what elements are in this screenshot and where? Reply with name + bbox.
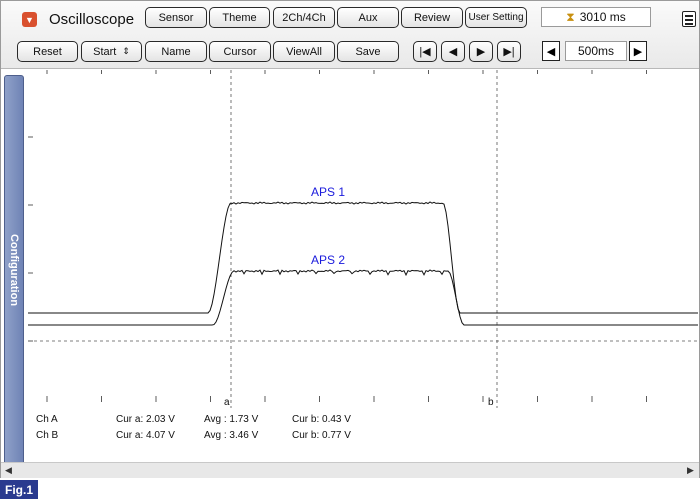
sensor-button[interactable]: Sensor: [145, 7, 207, 28]
start-label: Start: [93, 45, 117, 58]
updown-icon: ⇕: [122, 46, 130, 56]
timebase-field[interactable]: 500ms: [565, 41, 627, 61]
channel-mode-button[interactable]: 2Ch/4Ch: [273, 7, 335, 28]
first-frame-button[interactable]: |◀: [413, 41, 437, 62]
elapsed-time-value: 3010 ms: [579, 10, 626, 24]
cha-channel: Ch A: [36, 414, 58, 425]
elapsed-time-display: ⧗ 3010 ms: [541, 7, 651, 27]
aps1-trace: [28, 201, 698, 314]
scroll-right-icon[interactable]: ▶: [685, 465, 696, 476]
review-button[interactable]: Review: [401, 7, 463, 28]
viewall-button[interactable]: ViewAll: [273, 41, 335, 62]
cursor-a-label: a: [224, 397, 230, 408]
timebase-increase-button[interactable]: ▶: [629, 41, 647, 61]
figure-label: Fig.1: [0, 480, 38, 499]
cursor-b-label: b: [488, 397, 494, 408]
save-button[interactable]: Save: [337, 41, 399, 62]
aux-button[interactable]: Aux: [337, 7, 399, 28]
chb-channel: Ch B: [36, 430, 59, 441]
aps2-series-label: APS 2: [311, 253, 345, 267]
cursor-button[interactable]: Cursor: [209, 41, 271, 62]
last-frame-button[interactable]: ▶|: [497, 41, 521, 62]
horizontal-scrollbar[interactable]: ◀ ▶: [1, 462, 699, 478]
timer-icon: ⧗: [566, 9, 575, 24]
aps1-series-label: APS 1: [311, 185, 345, 199]
cha-cur-a: Cur a: 2.03 V: [116, 414, 175, 425]
toolbar: ▼ Oscilloscope Sensor Theme 2Ch/4Ch Aux …: [1, 1, 699, 69]
reset-button[interactable]: Reset: [17, 41, 78, 62]
chb-cur-a: Cur a: 4.07 V: [116, 430, 175, 441]
timebase-decrease-button[interactable]: ◀: [542, 41, 560, 61]
configuration-tab[interactable]: Configuration: [4, 75, 24, 465]
readout-panel: Ch A Cur a: 2.03 V Avg : 1.73 V Cur b: 0…: [36, 414, 351, 441]
oscilloscope-window: ▼ Oscilloscope Sensor Theme 2Ch/4Ch Aux …: [0, 0, 700, 478]
cha-cur-b: Cur b: 0.43 V: [292, 414, 351, 425]
cha-avg: Avg : 1.73 V: [204, 414, 259, 425]
name-button[interactable]: Name: [145, 41, 207, 62]
aps2-trace: [28, 269, 698, 326]
app-menu-icon[interactable]: ▼: [22, 12, 37, 27]
next-frame-button[interactable]: ▶: [469, 41, 493, 62]
start-select[interactable]: Start ⇕: [81, 41, 142, 62]
chb-cur-b: Cur b: 0.77 V: [292, 430, 351, 441]
axis-ticks: [28, 70, 647, 402]
waveform-plot[interactable]: a b APS 1 APS 2 Ch A Cur a: 2.03 V Avg :…: [28, 70, 699, 462]
theme-button[interactable]: Theme: [209, 7, 270, 28]
prev-frame-button[interactable]: ◀: [441, 41, 465, 62]
configuration-label: Configuration: [8, 233, 20, 307]
list-menu-icon[interactable]: [682, 11, 696, 27]
scroll-left-icon[interactable]: ◀: [3, 465, 14, 476]
chb-avg: Avg : 3.46 V: [204, 430, 259, 441]
app-title: Oscilloscope: [49, 11, 135, 28]
user-setting-button[interactable]: User Setting: [465, 7, 527, 28]
